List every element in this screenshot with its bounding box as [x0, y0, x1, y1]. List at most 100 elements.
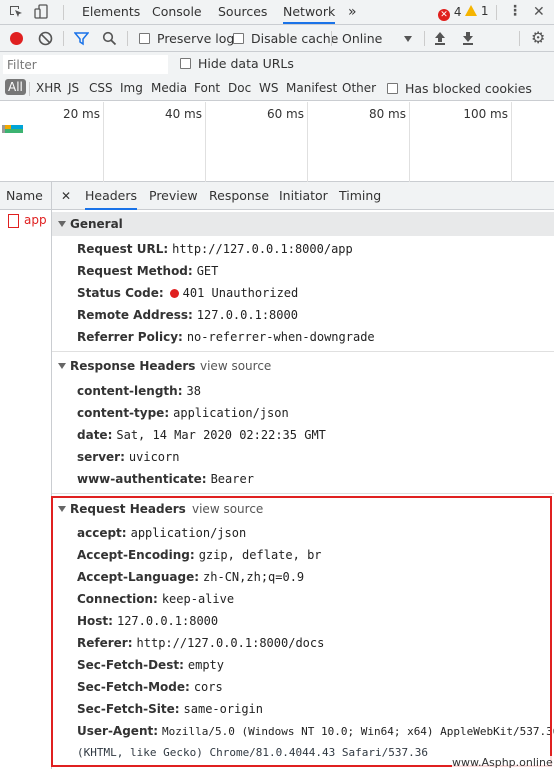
header-row: date: Sat, 14 Mar 2020 02:22:35 GMT — [77, 428, 326, 442]
type-filter-js[interactable]: JS — [68, 81, 79, 95]
tab-elements[interactable]: Elements — [82, 0, 140, 24]
header-row: server: uvicorn — [77, 450, 180, 464]
type-filter-doc[interactable]: Doc — [228, 81, 251, 95]
tab-preview[interactable]: Preview — [149, 182, 198, 210]
has-blocked-cookies-label[interactable]: Has blocked cookies — [405, 81, 532, 96]
divider — [29, 82, 30, 96]
header-row: content-length: 38 — [77, 384, 201, 398]
error-count-badge[interactable]: ✕ 4 — [438, 5, 461, 21]
watermark: www.Asphp.online — [452, 756, 553, 769]
tab-network[interactable]: Network — [283, 0, 336, 24]
timeline-gridline — [511, 102, 512, 182]
hide-data-urls-checkbox[interactable] — [180, 58, 191, 69]
hide-data-urls-label[interactable]: Hide data URLs — [198, 56, 294, 71]
header-row: content-type: application/json — [77, 406, 289, 420]
clear-icon[interactable] — [38, 31, 53, 46]
filter-icon[interactable] — [74, 31, 89, 46]
tab-response[interactable]: Response — [209, 182, 269, 210]
type-filter-font[interactable]: Font — [194, 81, 220, 95]
response-headers-section-header[interactable]: Response Headers view source — [52, 354, 554, 378]
type-filter-css[interactable]: CSS — [89, 81, 113, 95]
timeline-tick-label: 20 ms — [62, 107, 100, 121]
more-tabs-button[interactable]: » — [348, 0, 357, 24]
header-row: Request URL: http://127.0.0.1:8000/app — [77, 242, 353, 256]
device-toolbar-icon[interactable] — [34, 4, 50, 20]
status-error-dot-icon — [169, 289, 179, 298]
devtools-tab-bar: Elements Console Sources Network » ✕ 4 1… — [0, 0, 554, 25]
request-row[interactable]: app — [0, 210, 51, 232]
timeline-gridline — [103, 102, 104, 182]
request-name: app — [24, 213, 47, 227]
search-icon[interactable] — [102, 31, 117, 46]
timeline-gridline — [409, 102, 410, 182]
has-blocked-cookies-checkbox[interactable] — [387, 83, 398, 94]
header-row: Referrer Policy: no-referrer-when-downgra… — [77, 330, 375, 344]
divider — [52, 351, 554, 352]
chevron-down-icon — [404, 36, 412, 42]
preserve-log-label[interactable]: Preserve log — [157, 31, 234, 46]
import-har-icon[interactable] — [433, 30, 447, 46]
expand-triangle-icon — [58, 221, 66, 227]
error-count: 4 — [453, 5, 462, 19]
timeline-tick-label: 40 ms — [164, 107, 202, 121]
header-row: Request Method: GET — [77, 264, 219, 278]
type-filter-xhr[interactable]: XHR — [36, 81, 62, 95]
type-filter-img[interactable]: Img — [120, 81, 143, 95]
warning-icon — [465, 5, 477, 16]
timeline-tick-label: 100 ms — [463, 107, 508, 121]
tab-initiator[interactable]: Initiator — [279, 182, 328, 210]
document-icon — [8, 214, 19, 228]
disable-cache-label[interactable]: Disable cache — [251, 31, 338, 46]
disable-cache-checkbox[interactable] — [233, 33, 244, 44]
type-filter-all[interactable]: All — [5, 79, 26, 95]
close-detail-icon[interactable]: ✕ — [61, 189, 71, 203]
type-filter-other[interactable]: Other — [342, 81, 376, 95]
throttling-value: Online — [342, 31, 383, 46]
timeline-gridline — [307, 102, 308, 182]
type-filter-ws[interactable]: WS — [259, 81, 278, 95]
error-icon: ✕ — [438, 9, 450, 21]
view-source-link[interactable]: view source — [200, 354, 271, 378]
preserve-log-checkbox[interactable] — [139, 33, 150, 44]
tab-sources[interactable]: Sources — [218, 0, 267, 24]
section-title: Response Headers — [70, 359, 196, 373]
request-list: Name app — [0, 182, 52, 769]
export-har-icon[interactable] — [461, 30, 475, 46]
type-filter-media[interactable]: Media — [151, 81, 187, 95]
tab-headers[interactable]: Headers — [85, 182, 138, 210]
divider — [331, 31, 332, 46]
tab-console[interactable]: Console — [152, 0, 202, 24]
network-overview-timeline[interactable]: 20 ms 40 ms 60 ms 80 ms 100 ms — [0, 102, 554, 182]
tab-timing[interactable]: Timing — [339, 182, 381, 210]
highlight-box — [51, 496, 552, 767]
detail-tab-bar: ✕ Headers Preview Response Initiator Tim… — [52, 182, 554, 210]
timeline-tick-label: 80 ms — [368, 107, 406, 121]
filter-input[interactable] — [3, 55, 168, 74]
divider — [424, 31, 425, 46]
warning-count: 1 — [480, 4, 489, 18]
record-button-icon[interactable] — [10, 32, 23, 45]
name-column-header[interactable]: Name — [0, 182, 51, 210]
expand-triangle-icon — [58, 363, 66, 369]
divider — [519, 31, 520, 46]
inspect-element-icon[interactable] — [8, 4, 24, 20]
timeline-gridline — [205, 102, 206, 182]
customize-menu-icon[interactable]: ⋮ — [508, 3, 522, 19]
timeline-tick-label: 60 ms — [266, 107, 304, 121]
divider — [52, 493, 554, 494]
section-title: General — [70, 217, 123, 231]
throttling-select[interactable]: Online — [342, 31, 414, 47]
divider — [127, 31, 128, 46]
header-row: Status Code: 401 Unauthorized — [77, 286, 299, 300]
warning-count-badge[interactable]: 1 — [465, 4, 488, 18]
network-toolbar: Preserve log Disable cache Online ⚙ — [0, 25, 554, 52]
type-filter-manifest[interactable]: Manifest — [286, 81, 337, 95]
general-section-header[interactable]: General — [52, 212, 554, 236]
resource-type-filter: All XHR JS CSS Img Media Font Doc WS Man… — [0, 77, 554, 101]
divider — [63, 31, 64, 46]
divider — [496, 5, 497, 20]
settings-gear-icon[interactable]: ⚙ — [531, 28, 545, 47]
close-devtools-icon[interactable]: ✕ — [533, 4, 545, 20]
divider — [63, 5, 64, 20]
timeline-request-bar — [2, 125, 23, 133]
